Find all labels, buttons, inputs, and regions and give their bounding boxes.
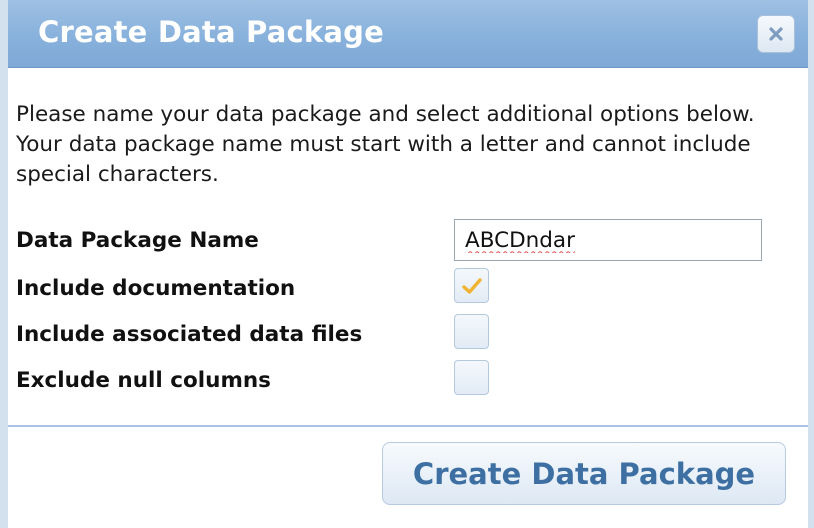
intro-text: Please name your data package and select…	[16, 102, 755, 187]
create-data-package-button[interactable]: Create Data Package	[382, 442, 786, 505]
exclude-null-columns-checkbox[interactable]	[454, 360, 489, 395]
include-documentation-checkbox[interactable]	[454, 268, 489, 303]
close-button[interactable]	[757, 15, 795, 53]
exclude-null-columns-label: Exclude null columns	[16, 368, 271, 393]
footer-divider	[8, 425, 808, 427]
package-name-label: Data Package Name	[16, 228, 259, 253]
include-associated-files-checkbox[interactable]	[454, 314, 489, 349]
close-icon	[769, 27, 783, 41]
dialog-title-bar[interactable]: Create Data Package	[8, 0, 808, 68]
include-associated-files-label: Include associated data files	[16, 322, 363, 347]
checkmark-icon	[462, 278, 482, 294]
package-name-input[interactable]	[454, 219, 762, 261]
include-documentation-label: Include documentation	[16, 276, 296, 301]
dialog-body: Please name your data package and select…	[8, 68, 808, 528]
dialog-title: Create Data Package	[38, 15, 384, 49]
create-data-package-dialog: Create Data Package Please name your dat…	[0, 0, 814, 528]
